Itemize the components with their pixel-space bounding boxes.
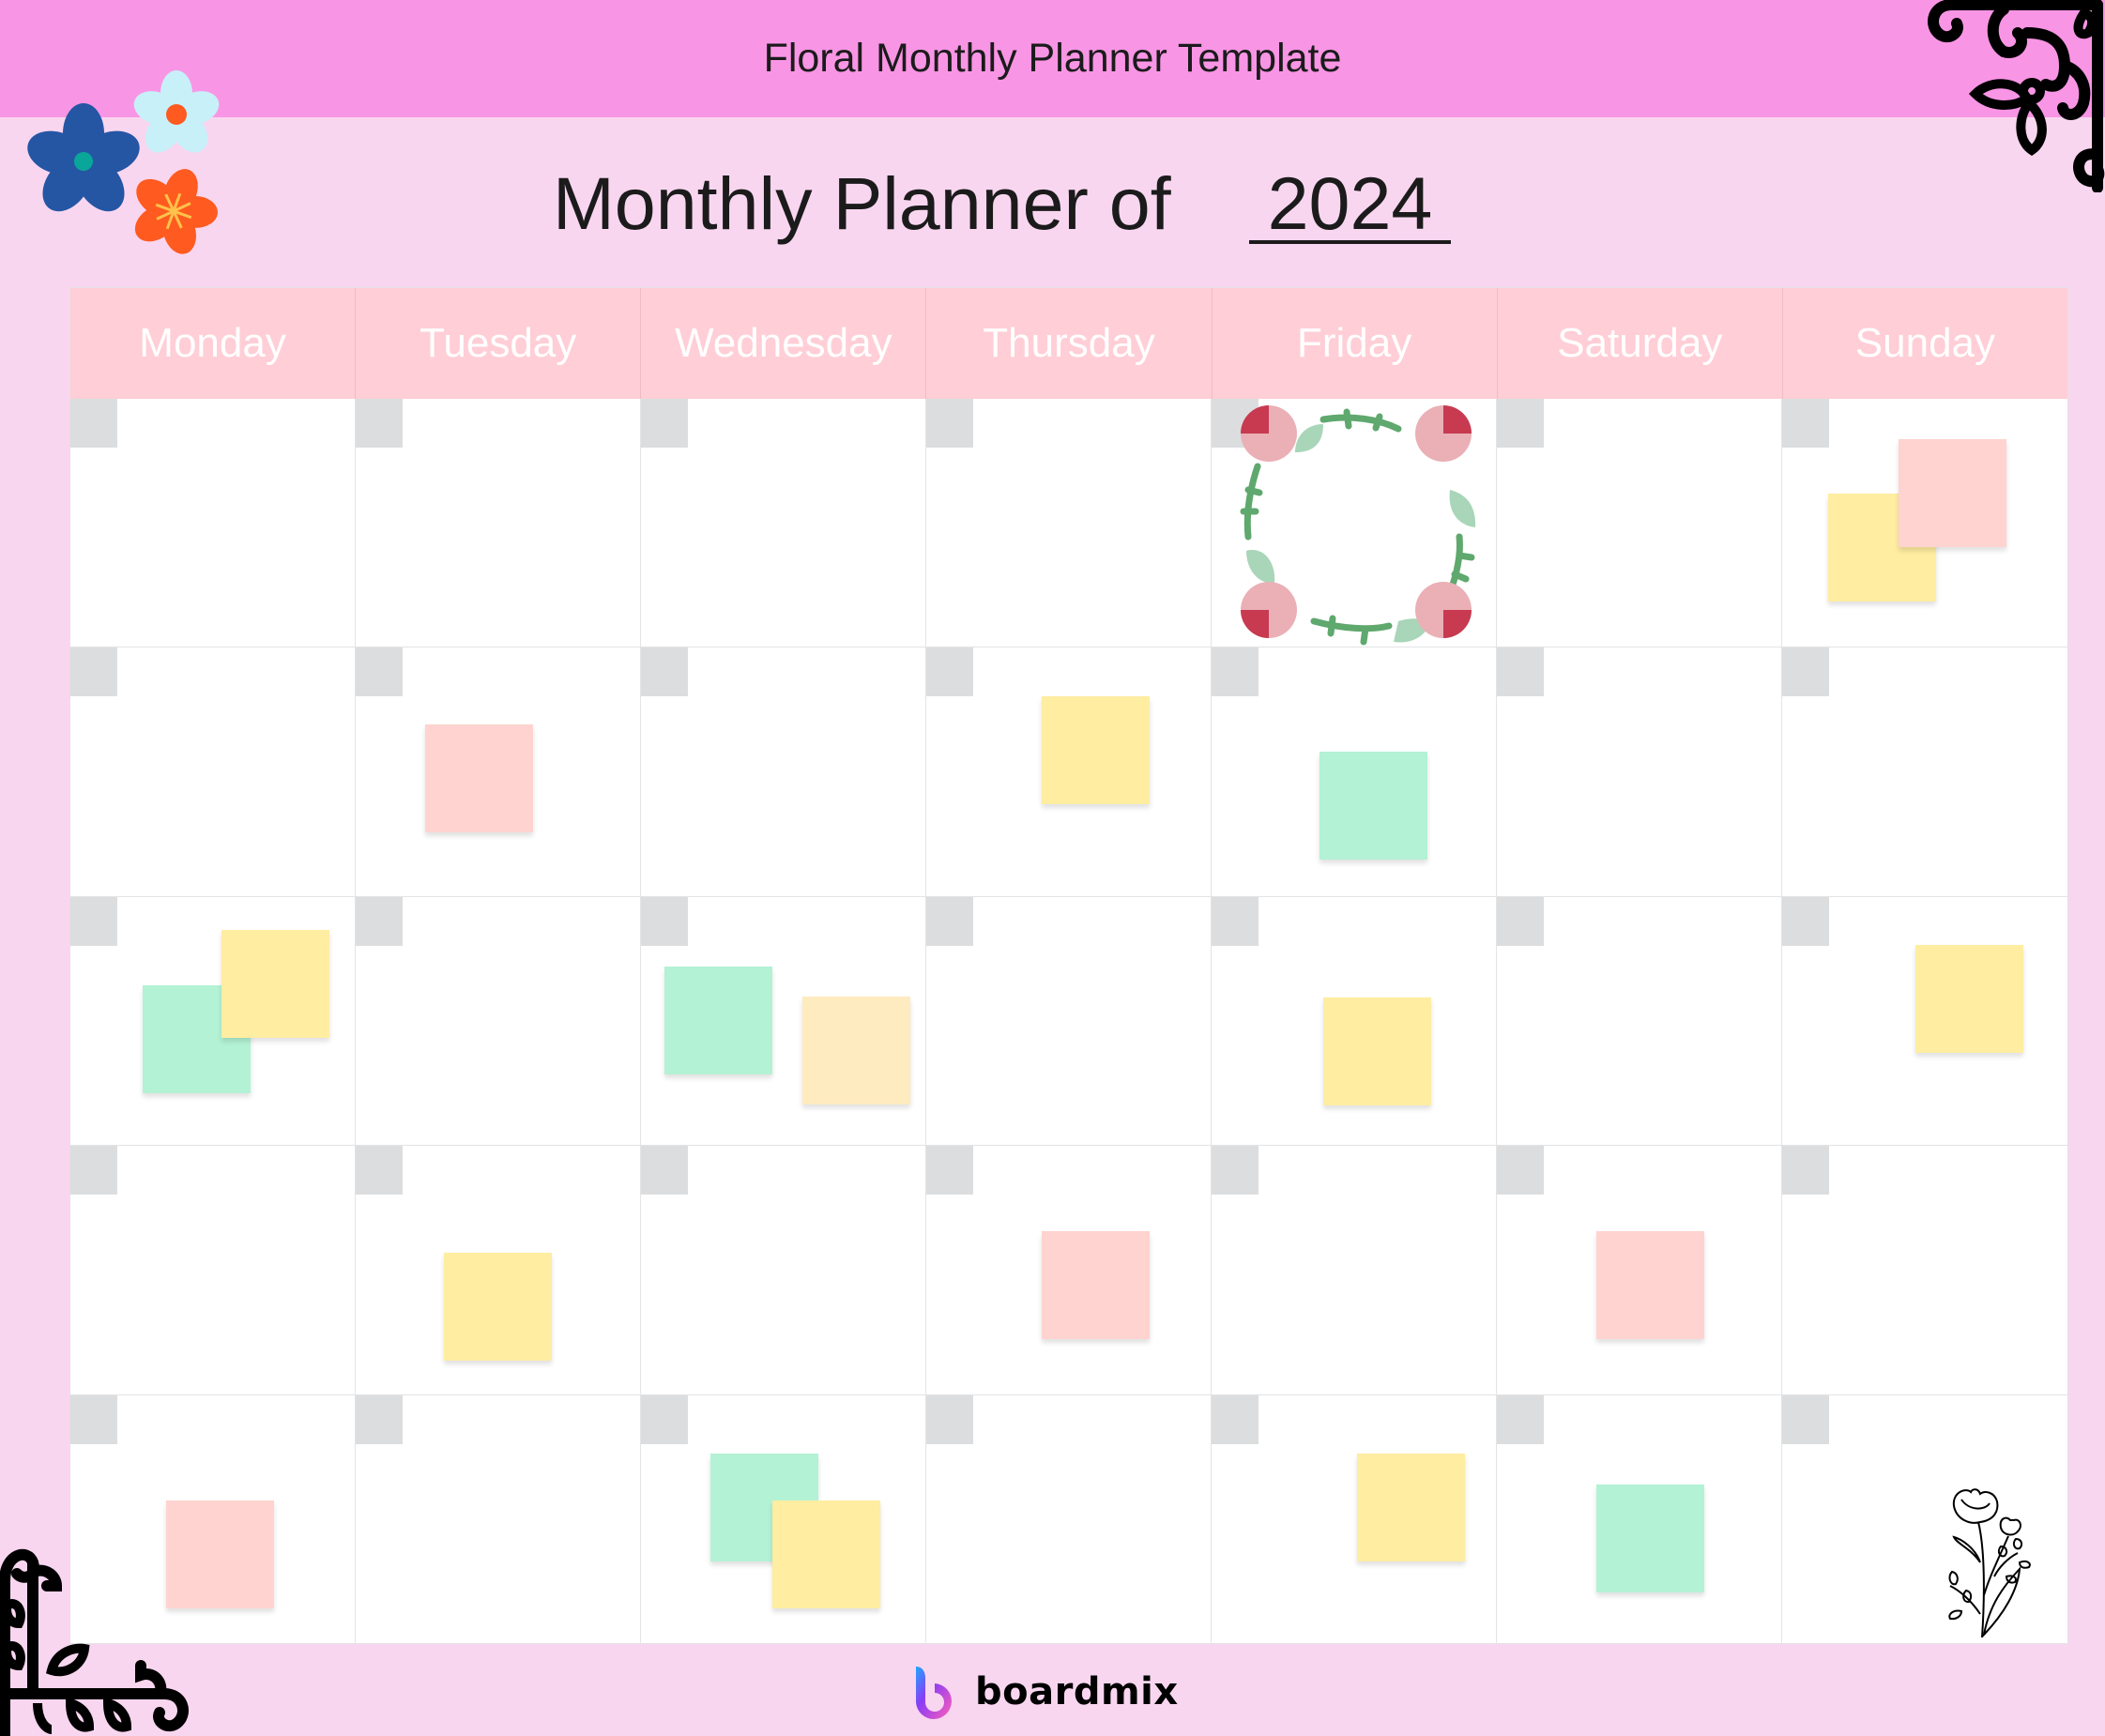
date-box[interactable] [641, 647, 688, 697]
day-cell-tuesday[interactable] [356, 896, 641, 1147]
sticky-note[interactable] [772, 1500, 880, 1608]
date-box[interactable] [1212, 1146, 1258, 1195]
sticky-note[interactable] [1042, 696, 1150, 804]
date-box[interactable] [356, 647, 403, 697]
sticky-note[interactable] [1357, 1454, 1465, 1561]
day-cell-monday[interactable] [70, 1146, 356, 1395]
date-box[interactable] [1782, 647, 1829, 697]
day-header-sunday: Sunday [1854, 320, 1996, 366]
date-box[interactable] [926, 399, 973, 448]
calendar-body [70, 399, 2067, 1644]
date-box[interactable] [1782, 399, 1829, 448]
date-box[interactable] [926, 1394, 973, 1444]
date-box[interactable] [70, 399, 117, 448]
date-box[interactable] [1782, 896, 1829, 946]
date-box[interactable] [926, 647, 973, 697]
corner-ornament-icon [0, 1548, 189, 1736]
sticky-note[interactable] [425, 724, 533, 832]
day-header-row: Monday Tuesday Wednesday Thursday Friday… [70, 288, 2067, 399]
day-cell-saturday[interactable] [1497, 896, 1782, 1147]
date-box[interactable] [1497, 1146, 1544, 1195]
date-box[interactable] [70, 647, 117, 697]
day-cell-thursday[interactable] [926, 1394, 1212, 1644]
sticky-note[interactable] [221, 930, 329, 1038]
planner-year[interactable]: 2024 [1249, 161, 1451, 246]
day-cell-monday[interactable] [70, 647, 356, 897]
date-box[interactable] [356, 1394, 403, 1444]
date-box[interactable] [641, 1394, 688, 1444]
sticky-note[interactable] [1596, 1231, 1704, 1339]
date-box[interactable] [1497, 647, 1544, 697]
sticky-note[interactable] [1323, 997, 1431, 1105]
day-cell-saturday[interactable] [1497, 399, 1782, 648]
day-cell-saturday[interactable] [1497, 647, 1782, 897]
date-box[interactable] [356, 1146, 403, 1195]
calendar-grid: Monday Tuesday Wednesday Thursday Friday… [69, 287, 2068, 1644]
date-box[interactable] [1782, 1146, 1829, 1195]
date-box[interactable] [1497, 399, 1544, 448]
sticky-note[interactable] [444, 1253, 552, 1361]
brand: boardmix [913, 1665, 1179, 1719]
day-header-wednesday: Wednesday [641, 288, 927, 399]
day-cell-tuesday[interactable] [356, 1394, 641, 1644]
rose-wreath-icon [1240, 405, 1476, 646]
date-box[interactable] [926, 1146, 973, 1195]
date-box[interactable] [356, 399, 403, 448]
date-box[interactable] [1212, 1394, 1258, 1444]
date-box[interactable] [641, 1146, 688, 1195]
date-box[interactable] [70, 896, 117, 946]
day-header-monday: Monday [70, 288, 357, 399]
day-cell-monday[interactable] [70, 399, 356, 648]
day-cell-sunday[interactable] [1782, 1146, 2067, 1395]
sticky-note[interactable] [1596, 1485, 1704, 1592]
template-title: Floral Monthly Planner Template [763, 36, 1342, 81]
sticky-note[interactable] [1042, 1231, 1150, 1339]
boardmix-logo-icon [916, 1667, 952, 1719]
day-cell-tuesday[interactable] [356, 399, 641, 648]
date-box[interactable] [70, 1394, 117, 1444]
date-box[interactable] [1212, 896, 1258, 946]
sticky-note[interactable] [1899, 439, 2006, 547]
day-cell-sunday[interactable] [1782, 647, 2067, 897]
date-box[interactable] [641, 399, 688, 448]
year-underline [1249, 240, 1451, 244]
flower-sketch-icon [1948, 1488, 2031, 1638]
day-cell-friday[interactable] [1212, 1146, 1497, 1395]
date-box[interactable] [1782, 1394, 1829, 1444]
sticky-note[interactable] [1915, 945, 2023, 1053]
day-header-friday: Friday [1213, 288, 1498, 399]
day-header-tuesday: Tuesday [356, 288, 642, 399]
date-box[interactable] [1497, 1394, 1544, 1444]
day-cell-thursday[interactable] [926, 399, 1212, 648]
day-cell-wednesday[interactable] [641, 399, 926, 648]
day-header-thursday: Thursday [926, 288, 1213, 399]
day-cell-wednesday[interactable] [641, 1146, 926, 1395]
flowers-cluster-icon [27, 70, 220, 254]
sticky-note[interactable] [802, 997, 910, 1104]
date-box[interactable] [70, 1146, 117, 1195]
date-box[interactable] [926, 896, 973, 946]
date-box[interactable] [1212, 647, 1258, 697]
day-header-saturday: Saturday [1498, 288, 1783, 399]
sticky-note[interactable] [1319, 752, 1427, 860]
date-box[interactable] [641, 896, 688, 946]
date-box[interactable] [1497, 896, 1544, 946]
planner-title: Monthly Planner of [553, 161, 1171, 245]
corner-ornament-icon [1928, 0, 2105, 192]
day-cell-wednesday[interactable] [641, 647, 926, 897]
date-box[interactable] [356, 896, 403, 946]
day-cell-thursday[interactable] [926, 896, 1212, 1147]
brand-name: boardmix [975, 1670, 1179, 1713]
sticky-note[interactable] [664, 967, 772, 1074]
